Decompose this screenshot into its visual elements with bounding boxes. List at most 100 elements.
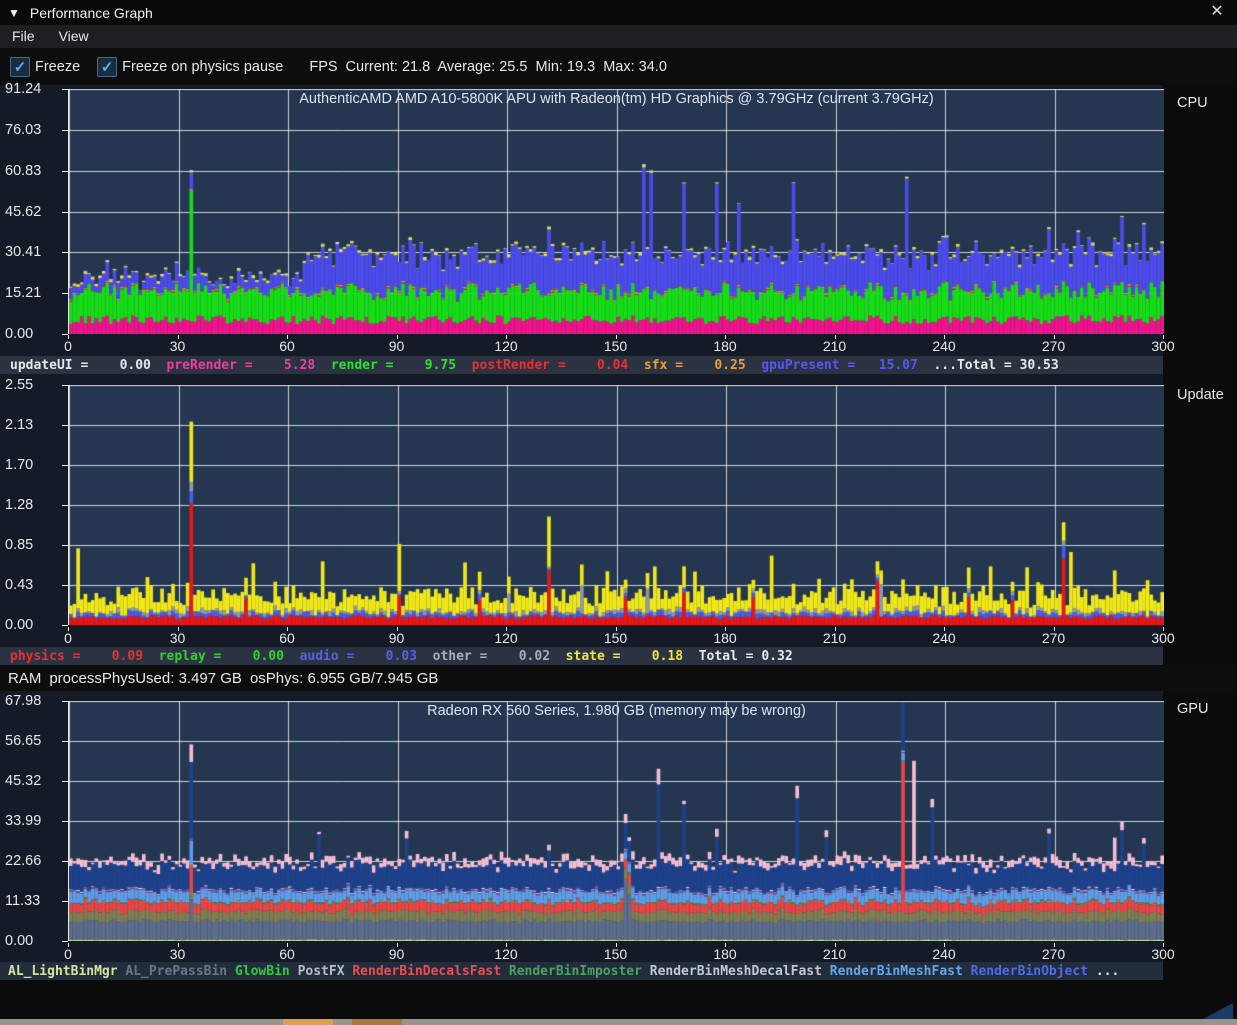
gpu-x-axis: 0 30 60 90 120 150 180 210 240 270 300 [64, 943, 1175, 964]
gpu-right-label: GPU [1177, 701, 1209, 717]
gpu-chart-canvas [69, 701, 1164, 941]
x-tick-label: 240 [932, 946, 956, 962]
legend-item: physics = 0.09 [10, 648, 144, 664]
x-tick-label: 150 [603, 338, 628, 354]
x-tick-label: 180 [713, 630, 737, 646]
y-tick-label: 2.55 [5, 377, 34, 393]
legend-item: sfx = 0.25 [643, 357, 746, 373]
update-y-axis: 2.55 2.13 1.70 1.28 0.85 0.43 0.00 [0, 377, 68, 633]
cpu-x-axis: 0 30 60 90 120 150 180 210 240 270 300 [64, 335, 1175, 356]
background-corner-shape [1203, 1003, 1233, 1019]
y-tick-label: 15.21 [5, 285, 42, 302]
menu-bar: File View [0, 25, 1237, 48]
cpu-legend: updateUI = 0.00 preRender = 5.28 render = … [0, 356, 1163, 374]
x-tick-label: 0 [64, 630, 72, 646]
update-chart-canvas [69, 385, 1164, 625]
y-tick-label: 33.99 [5, 813, 42, 829]
y-tick-label: 1.28 [5, 496, 34, 513]
y-tick-label: 76.03 [5, 121, 42, 138]
legend-item: audio = 0.03 [299, 648, 417, 664]
legend-item: RenderBinImposter [508, 963, 642, 979]
gpu-legend: AL_LightBinMgr AL_PrePassBin GlowBin PostFX… [0, 962, 1163, 980]
x-tick-label: 240 [932, 630, 956, 646]
legend-item: AL_LightBinMgr [8, 963, 118, 979]
legend-item: ...Total = 30.53 [933, 357, 1059, 373]
x-tick-label: 60 [279, 338, 295, 354]
x-tick-label: 300 [1151, 630, 1175, 646]
y-tick-mark [62, 941, 68, 942]
update-plot [68, 385, 1164, 625]
legend-item: state = 0.18 [565, 648, 684, 664]
legend-item: ... [1095, 963, 1120, 979]
x-tick-label: 150 [603, 630, 628, 646]
y-tick-label: 56.65 [5, 733, 42, 749]
y-tick-label: 11.33 [5, 893, 41, 909]
y-tick-label: 0.00 [5, 933, 34, 949]
x-tick-label: 120 [494, 946, 518, 962]
legend-item: AL_PrePassBin [125, 963, 228, 979]
x-tick-label: 180 [713, 338, 737, 354]
x-tick-label: 90 [388, 946, 405, 962]
x-tick-label: 60 [279, 630, 295, 646]
ram-process-used: processPhysUsed: 3.497 GB [49, 669, 242, 687]
legend-item: gpuPresent = 15.07 [761, 357, 918, 373]
background-strip-accent [283, 1019, 333, 1025]
x-tick-label: 0 [64, 338, 72, 354]
legend-item: GlowBin [234, 963, 290, 979]
close-icon[interactable]: ✕ [1205, 2, 1229, 22]
y-tick-label: 0.00 [5, 617, 34, 633]
title-bar[interactable]: ▼ Performance Graph ✕ [0, 0, 1237, 25]
y-tick-label: 0.85 [5, 537, 34, 553]
gpu-plot: Radeon RX 560 Series, 1.980 GB (memory m… [68, 701, 1164, 941]
update-right-label: Update [1177, 387, 1224, 403]
x-tick-label: 300 [1151, 946, 1175, 962]
x-tick-label: 180 [713, 946, 737, 962]
toolbar: ✓ Freeze ✓ Freeze on physics pause FPS C… [0, 48, 1237, 85]
legend-item: Total = 0.32 [698, 648, 793, 664]
x-tick-label: 210 [822, 338, 847, 354]
y-tick-label: 45.62 [5, 203, 42, 220]
gpu-y-axis: 67.98 56.65 45.32 33.99 22.66 11.33 0.00 [0, 693, 68, 949]
background-window-strip [0, 1019, 1237, 1025]
x-tick-label: 270 [1041, 338, 1066, 354]
y-tick-label: 67.98 [5, 693, 42, 709]
y-tick-label: 22.66 [5, 853, 42, 869]
menu-view[interactable]: View [47, 25, 101, 48]
legend-item: PostFX [297, 963, 345, 979]
freeze-physics-label: Freeze on physics pause [122, 58, 284, 75]
legend-item: RenderBinMeshFast [829, 963, 963, 979]
y-tick-label: 45.32 [5, 773, 42, 789]
x-tick-label: 60 [279, 946, 295, 962]
x-tick-label: 120 [494, 338, 518, 354]
window-title: Performance Graph [29, 4, 153, 21]
ram-label: RAM [8, 669, 42, 687]
menu-file[interactable]: File [0, 25, 47, 48]
freeze-checkbox[interactable]: ✓ [10, 56, 30, 77]
legend-item: postRender = 0.04 [471, 357, 629, 373]
x-tick-label: 30 [169, 630, 186, 646]
legend-item: replay = 0.00 [158, 648, 284, 664]
cpu-plot: AuthenticAMD AMD A10-5800K APU with Rade… [68, 89, 1164, 334]
fps-stats: Current: 21.8 Average: 25.5 Min: 19.3 Ma… [345, 58, 667, 75]
x-tick-label: 210 [822, 630, 847, 646]
y-tick-label: 2.13 [5, 416, 34, 433]
x-tick-label: 90 [388, 630, 405, 646]
x-tick-label: 90 [388, 338, 405, 354]
x-tick-label: 30 [169, 946, 186, 962]
legend-item: render = 9.75 [330, 357, 457, 373]
legend-item: preRender = 5.28 [166, 357, 316, 373]
update-chart-section: 2.55 2.13 1.70 1.28 0.85 0.43 0.00 0 30 60 90 120 1… [0, 374, 1175, 665]
ram-os-phys: osPhys: 6.955 GB/7.945 GB [249, 669, 439, 687]
cpu-right-label: CPU [1177, 95, 1208, 111]
y-tick-mark [62, 625, 68, 626]
ram-status-bar: RAM processPhysUsed: 3.497 GB osPhys: 6.… [0, 665, 1237, 691]
y-tick-label: 0.43 [5, 576, 34, 593]
y-tick-label: 91.24 [5, 81, 42, 97]
freeze-physics-checkbox[interactable]: ✓ [97, 56, 118, 77]
performance-graph-window: ▼ Performance Graph ✕ File View ✓ Freeze… [0, 0, 1237, 1025]
x-tick-label: 270 [1041, 630, 1066, 646]
update-legend: physics = 0.09 replay = 0.00 audio = 0.03 o… [0, 647, 1163, 665]
x-tick-label: 120 [494, 630, 518, 646]
y-tick-label: 0.00 [5, 326, 34, 342]
x-tick-label: 300 [1151, 338, 1175, 354]
